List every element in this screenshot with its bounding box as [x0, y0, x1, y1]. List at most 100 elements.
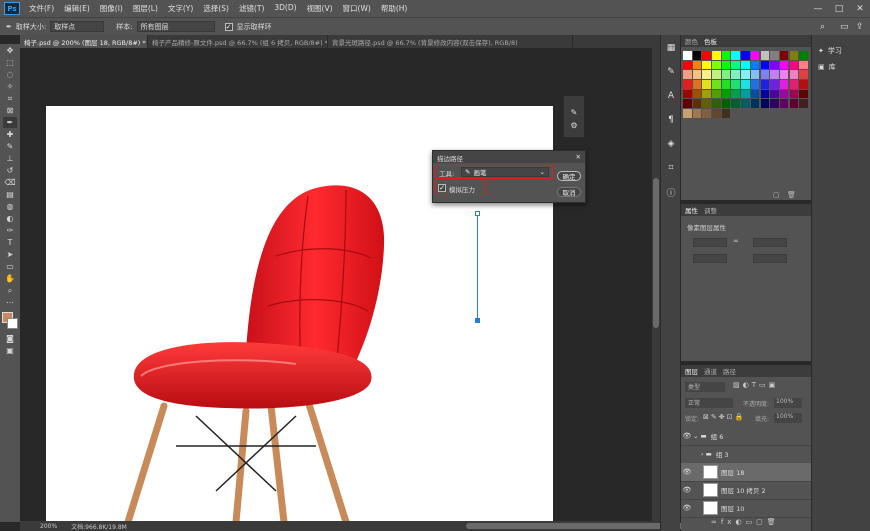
new-swatch-icon[interactable]: ▢	[773, 191, 780, 199]
layer-row[interactable]: 👁 图层 10 拷贝 2	[681, 481, 811, 500]
swatch-25[interactable]	[799, 60, 808, 70]
swatch-46[interactable]	[750, 80, 760, 89]
crop-tool-icon[interactable]: ⌗	[3, 93, 17, 104]
hand-tool-icon[interactable]: ✋	[3, 273, 17, 284]
close-window-button[interactable]: ✕	[850, 0, 870, 17]
eye-icon[interactable]: 👁	[681, 486, 693, 494]
swatch-14[interactable]	[692, 60, 702, 70]
swatch-65[interactable]	[683, 99, 692, 108]
blur-tool-icon[interactable]: ◍	[3, 201, 17, 212]
swatch-69[interactable]	[721, 99, 731, 108]
stamp-tool-icon[interactable]: ⊥	[3, 153, 17, 164]
filter-icons[interactable]: ▨◐T▭▣	[733, 381, 778, 389]
layer-filter-select[interactable]: 类型	[685, 382, 725, 392]
swatch-3[interactable]	[712, 51, 721, 60]
swatch-47[interactable]	[760, 80, 769, 89]
swatch-28[interactable]	[702, 70, 711, 79]
menu-item-6[interactable]: 滤镜(T)	[234, 3, 269, 14]
swatch-79[interactable]	[692, 109, 702, 118]
swatch-12[interactable]	[799, 51, 808, 60]
swatch-50[interactable]	[789, 80, 799, 89]
swatch-31[interactable]	[731, 70, 740, 79]
path-anchor-top[interactable]	[475, 211, 480, 216]
lasso-tool-icon[interactable]: ◌	[3, 69, 17, 80]
vertical-scroll-thumb[interactable]	[653, 178, 659, 328]
swatch-82[interactable]	[721, 109, 731, 118]
swatch-73[interactable]	[760, 99, 769, 108]
width-field[interactable]	[693, 238, 727, 247]
swatch-55[interactable]	[712, 89, 721, 99]
swatch-9[interactable]	[770, 51, 779, 60]
swatch-53[interactable]	[692, 89, 702, 99]
sample-size-select[interactable]: 取样点	[50, 21, 105, 32]
menu-item-0[interactable]: 文件(F)	[24, 3, 59, 14]
swatch-49[interactable]	[779, 80, 789, 89]
rectangle-tool-icon[interactable]: ▭	[3, 261, 17, 272]
swatch-63[interactable]	[789, 89, 799, 99]
swatch-56[interactable]	[721, 89, 731, 99]
swatch-5[interactable]	[731, 51, 740, 60]
zoom-level[interactable]: 200%	[40, 523, 57, 530]
swatch-76[interactable]	[789, 99, 799, 108]
eye-icon[interactable]: 👁	[681, 468, 693, 476]
fill-field[interactable]: 100%	[774, 413, 802, 423]
swatch-19[interactable]	[741, 60, 750, 70]
tab-channels[interactable]: 通道	[704, 366, 717, 376]
type-tool-icon[interactable]: T	[3, 237, 17, 248]
swatch-37[interactable]	[789, 70, 799, 79]
swatch-54[interactable]	[702, 89, 711, 99]
history-brush-icon[interactable]: ↺	[3, 165, 17, 176]
menu-item-8[interactable]: 视图(V)	[302, 3, 338, 14]
swatch-71[interactable]	[741, 99, 750, 108]
swatch-75[interactable]	[779, 99, 789, 108]
swatch-61[interactable]	[770, 89, 779, 99]
share-icon[interactable]: ⇪	[856, 22, 864, 32]
frame-tool-icon[interactable]: ⊠	[3, 105, 17, 116]
swatch-6[interactable]	[741, 51, 750, 60]
healing-brush-icon[interactable]: ✚	[3, 129, 17, 140]
library-item[interactable]: ▣ 库	[812, 59, 870, 75]
delete-swatch-icon[interactable]: 🗑	[787, 191, 796, 199]
swatch-7[interactable]	[750, 51, 760, 60]
swatch-40[interactable]	[692, 80, 702, 89]
swatch-21[interactable]	[760, 60, 769, 70]
layer-footer-icons[interactable]: ∞fx◐▭▢🗑	[711, 518, 780, 526]
vertical-scrollbar[interactable]	[652, 48, 660, 522]
history-icon[interactable]: ▦	[664, 41, 678, 55]
swatch-1[interactable]	[692, 51, 702, 60]
swatch-42[interactable]	[712, 80, 721, 89]
swatch-45[interactable]	[741, 80, 750, 89]
swatch-34[interactable]	[760, 70, 769, 79]
swatch-78[interactable]	[683, 109, 692, 118]
menu-item-3[interactable]: 图层(L)	[128, 3, 163, 14]
crop-icon[interactable]: ⌗	[664, 161, 678, 175]
brush-preset-icon[interactable]: ✎	[664, 65, 678, 79]
eyedropper-tool-icon[interactable]: ✒	[3, 117, 17, 128]
swatch-27[interactable]	[692, 70, 702, 79]
menu-item-4[interactable]: 文字(Y)	[163, 3, 198, 14]
eye-icon[interactable]: 👁	[681, 504, 693, 512]
cancel-button[interactable]: 取消	[557, 187, 581, 197]
swatch-51[interactable]	[799, 80, 808, 89]
swatch-58[interactable]	[741, 89, 750, 99]
layer-row[interactable]: 👁 ⌄ ▬ 组 6	[681, 427, 811, 446]
swatch-80[interactable]	[702, 109, 711, 118]
swatch-23[interactable]	[779, 60, 789, 70]
path-select-icon[interactable]: ➤	[3, 249, 17, 260]
tab-adjustments[interactable]: 调整	[704, 205, 717, 215]
blend-mode-select[interactable]: 正常	[685, 398, 733, 408]
show-ring-checkbox[interactable]: ✓	[224, 22, 233, 31]
swatch-70[interactable]	[731, 99, 740, 108]
pen-tool-icon[interactable]: ✑	[3, 225, 17, 236]
gradient-tool-icon[interactable]: ▤	[3, 189, 17, 200]
swatch-39[interactable]	[683, 80, 692, 89]
swatch-43[interactable]	[721, 80, 731, 89]
swatch-62[interactable]	[779, 89, 789, 99]
paragraph-icon[interactable]: ¶	[664, 113, 678, 127]
eye-icon[interactable]: 👁	[681, 432, 693, 440]
magic-wand-tool-icon[interactable]: ✧	[3, 81, 17, 92]
swatch-41[interactable]	[702, 80, 711, 89]
menu-item-1[interactable]: 编辑(E)	[59, 3, 95, 14]
swatch-38[interactable]	[799, 70, 808, 79]
swatch-22[interactable]	[770, 60, 779, 70]
